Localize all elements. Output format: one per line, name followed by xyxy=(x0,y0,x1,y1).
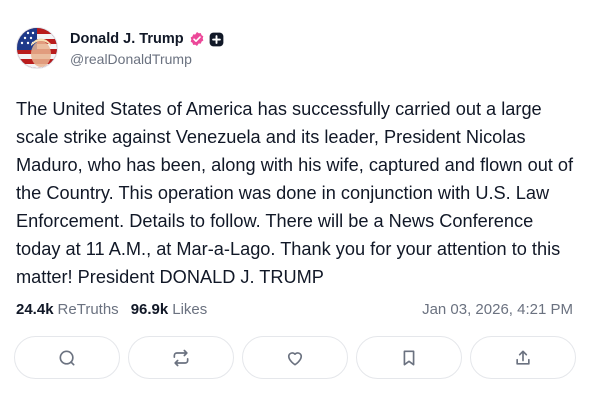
retruth-button[interactable] xyxy=(128,336,234,379)
post-card: Donald J. Trump @realDonaldTrump The Uni… xyxy=(0,0,592,400)
bookmark-icon xyxy=(403,350,415,365)
handle[interactable]: @realDonaldTrump xyxy=(70,51,224,67)
likes-label[interactable]: Likes xyxy=(172,301,207,318)
name-row: Donald J. Trump xyxy=(70,29,224,49)
share-icon xyxy=(516,350,530,365)
post-stats: 24.4k ReTruths 96.9k Likes xyxy=(16,301,207,318)
bookmark-button[interactable] xyxy=(356,336,462,379)
retruths-count[interactable]: 24.4k xyxy=(16,301,54,318)
display-name[interactable]: Donald J. Trump xyxy=(70,31,184,47)
author-identity: Donald J. Trump @realDonaldTrump xyxy=(70,29,224,67)
avatar[interactable] xyxy=(16,27,58,69)
avatar-image xyxy=(17,28,57,68)
likes-count[interactable]: 96.9k xyxy=(131,301,169,318)
post-timestamp[interactable]: Jan 03, 2026, 4:21 PM xyxy=(422,301,573,318)
post-text: The United States of America has success… xyxy=(16,99,574,287)
plus-badge-icon xyxy=(209,32,223,46)
like-button[interactable] xyxy=(242,336,348,379)
like-icon xyxy=(287,351,303,365)
reply-button[interactable] xyxy=(14,336,120,379)
retruths-label[interactable]: ReTruths xyxy=(58,301,119,318)
post-header: Donald J. Trump @realDonaldTrump xyxy=(16,27,224,69)
share-button[interactable] xyxy=(470,336,576,379)
reply-icon xyxy=(59,350,75,365)
retruth-icon xyxy=(173,349,189,366)
verified-badge-icon xyxy=(190,32,203,46)
action-bar xyxy=(14,336,576,379)
